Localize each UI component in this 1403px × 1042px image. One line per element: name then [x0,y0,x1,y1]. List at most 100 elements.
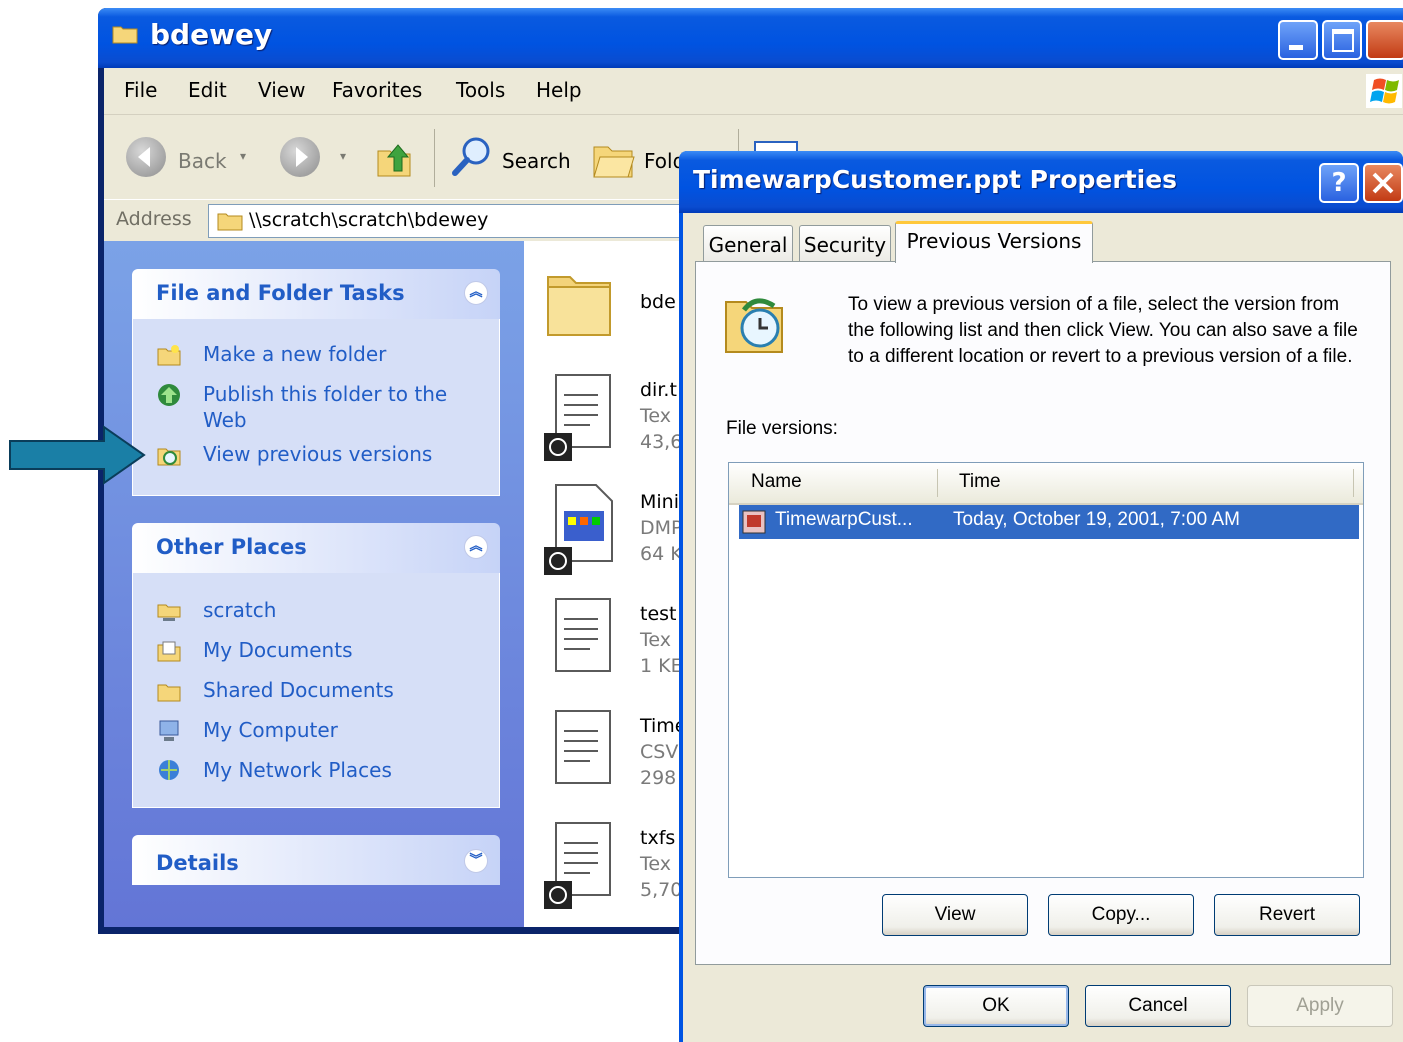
menu-view[interactable]: View [258,78,305,102]
list-item[interactable]: TimewarpCust... Today, October 19, 2001,… [739,505,1359,539]
previous-versions-icon [725,298,783,353]
other-places-group: Other Places ︽ scratch My Documents Shar… [132,523,500,808]
file-name: bde [640,291,676,313]
toolbar-separator [434,129,435,187]
menu-edit[interactable]: Edit [188,78,227,102]
help-button[interactable]: ? [1319,163,1359,203]
previous-versions-panel: To view a previous version of a file, se… [695,261,1391,965]
file-type: Tex [640,405,671,427]
group-title: Other Places [156,535,307,559]
back-label[interactable]: Back [178,149,227,173]
search-label[interactable]: Search [502,149,571,173]
cancel-button[interactable]: Cancel [1085,985,1231,1027]
group-body: scratch My Documents Shared Documents My… [132,573,500,808]
file-versions-label: File versions: [726,418,838,439]
dialog-close-button[interactable] [1363,163,1403,203]
info-text: To view a previous version of a file, se… [848,294,1358,367]
file-item[interactable]: dir.t Tex 43,6 [544,369,682,467]
file-item[interactable]: txfs Tex 5,70 [544,817,682,915]
tab-security[interactable]: Security [799,225,891,261]
column-divider[interactable] [937,469,938,497]
network-share-icon [157,604,181,621]
file-versions-list[interactable]: Name Time TimewarpCust... Today, October… [728,462,1364,878]
back-dropdown-icon[interactable]: ▾ [240,149,246,163]
copy-button[interactable]: Copy... [1048,894,1194,936]
menu-favorites[interactable]: Favorites [332,78,422,102]
properties-dialog: TimewarpCustomer.ppt Properties ? Genera… [679,151,1403,1042]
expand-chevron-icon[interactable]: ︾ [464,849,488,873]
file-size: 64 K [640,543,683,565]
my-documents-icon [157,641,181,662]
ok-button[interactable]: OK [923,985,1069,1027]
file-size: 43,6 [640,431,683,453]
forward-dropdown-icon[interactable]: ▾ [340,149,346,163]
revert-button[interactable]: Revert [1214,894,1360,936]
file-name: test [640,603,677,625]
file-size: 1 KE [640,655,683,677]
maximize-button[interactable] [1322,20,1362,60]
csv-file-icon [555,710,611,784]
group-title: File and Folder Tasks [156,281,405,305]
callout-arrow-icon [9,425,146,485]
explorer-title-bar[interactable]: bdewey [98,8,1403,68]
file-type: DMP [640,517,683,539]
list-header: Name Time [729,463,1363,505]
network-places-icon [159,760,179,780]
tab-previous-versions[interactable]: Previous Versions [895,221,1093,263]
my-computer-icon [159,720,179,741]
file-item[interactable]: Mini DMP 64 K [544,481,683,579]
address-path: \\scratch\scratch\bdewey [249,209,489,231]
window-title: bdewey [150,18,273,51]
close-icon [1372,172,1394,194]
column-divider[interactable] [1353,469,1354,497]
menu-tools[interactable]: Tools [456,78,505,102]
collapse-chevron-icon[interactable]: ︽ [464,535,488,559]
dialog-title-bar[interactable]: TimewarpCustomer.ppt Properties ? [679,151,1403,213]
folder-icon [547,276,611,336]
folder-icon [112,26,138,44]
view-button[interactable]: View [882,894,1028,936]
shared-folder-icon [157,684,181,702]
text-file-icon [555,598,611,672]
version-time: Today, October 19, 2001, 7:00 AM [953,509,1240,530]
dump-file-icon [544,484,613,575]
group-header[interactable]: File and Folder Tasks ︽ [132,269,500,319]
file-name: dir.t [640,379,677,401]
publish-web-icon [158,384,180,406]
tab-general[interactable]: General [703,225,793,261]
text-file-icon [544,374,611,461]
file-size: 5,70 [640,879,683,901]
close-button[interactable] [1366,20,1403,60]
menu-help[interactable]: Help [536,78,582,102]
file-type: Tex [640,853,671,875]
details-group: Details ︾ [132,835,500,885]
previous-versions-icon [157,448,181,466]
forward-arrow-icon[interactable] [280,137,320,177]
file-item[interactable]: Time CSV 298 [544,705,687,803]
powerpoint-file-icon [742,510,766,534]
file-type: Tex [640,629,671,651]
menu-file[interactable]: File [124,78,157,102]
group-body: Make a new folder Publish this folder to… [132,319,500,496]
text-file-icon [544,822,611,909]
apply-button[interactable]: Apply [1247,985,1393,1027]
column-time[interactable]: Time [959,471,1001,493]
column-name[interactable]: Name [751,471,802,493]
back-arrow-icon[interactable] [126,137,166,177]
group-header[interactable]: Other Places ︽ [132,523,500,573]
group-header[interactable]: Details ︾ [132,835,500,885]
address-label: Address [116,208,192,230]
file-name: txfs [640,827,676,849]
dialog-body: General Security Previous Versions To vi… [683,213,1403,1042]
file-item[interactable]: bde [544,265,676,345]
version-name: TimewarpCust... [775,509,913,530]
folder-icon [217,213,243,231]
search-icon[interactable] [450,135,494,179]
file-item[interactable]: test Tex 1 KE [544,593,683,691]
minimize-button[interactable] [1278,20,1318,60]
folders-icon[interactable] [592,141,636,179]
menu-bar: File Edit View Favorites Tools Help [104,68,1403,115]
up-folder-icon[interactable] [372,137,416,181]
collapse-chevron-icon[interactable]: ︽ [464,281,488,305]
task-pane: File and Folder Tasks ︽ Make a new folde… [104,241,524,927]
